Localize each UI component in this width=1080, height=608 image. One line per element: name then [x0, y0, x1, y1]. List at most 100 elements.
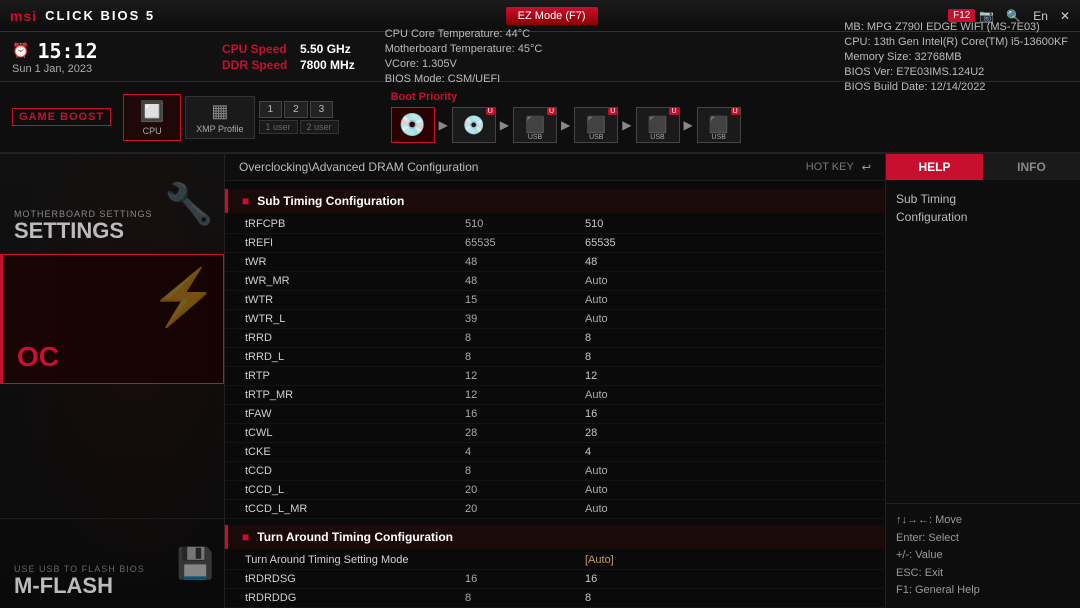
section-turn-around-label: Turn Around Timing Configuration: [257, 530, 453, 544]
boot-arrow-4: ▶: [622, 118, 631, 132]
row-trdrddg[interactable]: tRDRDDG 8 8: [225, 589, 885, 608]
boot-arrow-1: ▶: [439, 118, 448, 132]
row-trdrdsg[interactable]: tRDRDSG 16 16: [225, 570, 885, 589]
date-display: Sun 1 Jan, 2023: [12, 63, 192, 75]
memory-size: Memory Size: 32768MB: [844, 51, 1068, 63]
cpu-speed-label: CPU Speed: [222, 42, 292, 56]
row-trrd[interactable]: tRRD 8 8: [225, 329, 885, 348]
help-text: Sub TimingConfiguration: [896, 190, 1070, 226]
game-boost-label: GAME BOOST: [12, 108, 111, 126]
ddr-speed-value: 7800 MHz: [300, 58, 355, 72]
boot-usb3-label: USB: [528, 134, 542, 141]
oc-bg-icon: ⚡: [150, 265, 218, 330]
hint-enter: Enter: Select: [896, 530, 1070, 548]
row-tfaw[interactable]: tFAW 16 16: [225, 405, 885, 424]
profile-user1-button[interactable]: 1 user: [259, 120, 298, 134]
profile-users: 1 user 2 user: [259, 120, 339, 134]
profile-user2-button[interactable]: 2 user: [300, 120, 339, 134]
sidebar-spacer: [0, 384, 224, 518]
section-icon-2: ■: [242, 530, 249, 544]
mb-temp: Motherboard Temperature: 45°C: [385, 43, 543, 55]
sidebar-item-oc[interactable]: OC ⚡: [0, 254, 224, 384]
cpu-speed-value: 5.50 GHz: [300, 42, 351, 56]
profile-nums: 1 2 3: [259, 101, 339, 118]
row-twtr-l[interactable]: tWTR_L 39 Auto: [225, 310, 885, 329]
usb-flash-icon: 💾: [177, 546, 214, 581]
boot-usb5-label: USB: [650, 134, 664, 141]
row-trefi[interactable]: tREFI 65535 65535: [225, 234, 885, 253]
settings-table: ■ Sub Timing Configuration tRFCPB 510 51…: [225, 181, 885, 608]
cpu-model: CPU: 13th Gen Intel(R) Core(TM) i5-13600…: [844, 36, 1068, 48]
boot-arrow-5: ▶: [684, 118, 693, 132]
hot-key-label: HOT KEY: [806, 161, 854, 173]
xmp-icon: ▦: [211, 101, 228, 122]
boot-badge-6: U: [731, 108, 740, 115]
hint-value: +/-: Value: [896, 547, 1070, 565]
bios-date: BIOS Build Date: 12/14/2022: [844, 81, 1068, 93]
help-tab[interactable]: HELP: [886, 154, 983, 180]
left-sidebar: Motherboard settings SETTINGS 🔧 OC ⚡ Use…: [0, 154, 225, 608]
row-tccd-l-mr[interactable]: tCCD_L_MR 20 Auto: [225, 500, 885, 519]
boot-usb5-icon: ⬛: [648, 115, 668, 135]
game-boost-bar: GAME BOOST 🔲 CPU ▦ XMP Profile 1 2 3 1 u…: [0, 82, 1080, 154]
boot-priority-section: Boot Priority 💿 ▶ 💿 U ▶ ⬛ U USB ▶ ⬛ U US…: [391, 91, 741, 143]
row-tccd[interactable]: tCCD 8 Auto: [225, 462, 885, 481]
right-panel-footer: ↑↓→←: Move Enter: Select +/-: Value ESC:…: [886, 503, 1080, 608]
right-panel: HELP INFO Sub TimingConfiguration ↑↓→←: …: [885, 154, 1080, 608]
oc-title: OC: [17, 342, 209, 373]
boot-badge-2: U: [486, 108, 495, 115]
row-tcwl[interactable]: tCWL 28 28: [225, 424, 885, 443]
hint-move: ↑↓→←: Move: [896, 512, 1070, 530]
row-trfcpb[interactable]: tRFCPB 510 510: [225, 215, 885, 234]
breadcrumb-bar: Overclocking\Advanced DRAM Configuration…: [225, 154, 885, 181]
profile-2-button[interactable]: 2: [284, 101, 308, 118]
main-layout: Motherboard settings SETTINGS 🔧 OC ⚡ Use…: [0, 154, 1080, 608]
row-twtr[interactable]: tWTR 15 Auto: [225, 291, 885, 310]
row-trtp-mr[interactable]: tRTP_MR 12 Auto: [225, 386, 885, 405]
profile-1-button[interactable]: 1: [259, 101, 283, 118]
row-tccd-l[interactable]: tCCD_L 20 Auto: [225, 481, 885, 500]
boot-device-2[interactable]: 💿 U: [452, 107, 496, 143]
breadcrumb: Overclocking\Advanced DRAM Configuration: [239, 160, 478, 174]
back-button[interactable]: ↩: [862, 161, 871, 174]
row-twr[interactable]: tWR 48 48: [225, 253, 885, 272]
info-tab[interactable]: INFO: [983, 154, 1080, 180]
row-trrd-l[interactable]: tRRD_L 8 8: [225, 348, 885, 367]
boot-usb3-icon: ⬛: [525, 115, 545, 135]
section-sub-timing-header: ■ Sub Timing Configuration: [225, 189, 885, 213]
boot-disc-icon: 💿: [399, 112, 426, 138]
section-turn-around-header: ■ Turn Around Timing Configuration: [225, 525, 885, 549]
ez-mode-button[interactable]: EZ Mode (F7): [506, 7, 598, 25]
sidebar-item-mflash[interactable]: Use USB to flash BIOS M-FLASH 💾: [0, 518, 224, 608]
vcore: VCore: 1.305V: [385, 58, 543, 70]
profile-3-button[interactable]: 3: [310, 101, 334, 118]
boot-usb4-icon: ⬛: [586, 115, 606, 135]
boot-device-1[interactable]: 💿: [391, 107, 435, 143]
boot-device-3[interactable]: ⬛ U USB: [513, 107, 557, 143]
click-bios-title: CLICK BIOS 5: [45, 8, 155, 23]
boot-disc2-icon: 💿: [463, 115, 485, 136]
boot-device-6[interactable]: ⬛ U USB: [697, 107, 741, 143]
sidebar-item-settings[interactable]: Motherboard settings SETTINGS 🔧: [0, 154, 224, 254]
xmp-profile-item[interactable]: ▦ XMP Profile: [185, 96, 254, 139]
mb-model: MB: MPG Z790I EDGE WIFI (MS-7E03): [844, 21, 1068, 33]
row-tcke[interactable]: tCKE 4 4: [225, 443, 885, 462]
msi-logo: msi: [10, 8, 37, 24]
boot-badge-3: U: [547, 108, 556, 115]
boot-usb6-label: USB: [712, 134, 726, 141]
boot-device-4[interactable]: ⬛ U USB: [574, 107, 618, 143]
clock-icon: ⏰: [12, 42, 29, 59]
row-turn-around-mode[interactable]: Turn Around Timing Setting Mode [Auto]: [225, 551, 885, 570]
top-bar-left: msi CLICK BIOS 5: [10, 8, 155, 24]
boot-usb4-label: USB: [589, 134, 603, 141]
wrench-icon: 🔧: [164, 180, 214, 227]
ddr-speed-label: DDR Speed: [222, 58, 292, 72]
boot-device-5[interactable]: ⬛ U USB: [636, 107, 680, 143]
cpu-temp: CPU Core Temperature: 44°C: [385, 28, 543, 40]
row-twr-mr[interactable]: tWR_MR 48 Auto: [225, 272, 885, 291]
hot-key-area: HOT KEY ↩: [806, 161, 871, 174]
help-info-tabs: HELP INFO: [886, 154, 1080, 180]
boost-cpu-item[interactable]: 🔲 CPU: [123, 94, 181, 141]
boost-items: 🔲 CPU ▦ XMP Profile 1 2 3 1 user 2 user: [123, 94, 350, 141]
row-trtp[interactable]: tRTP 12 12: [225, 367, 885, 386]
